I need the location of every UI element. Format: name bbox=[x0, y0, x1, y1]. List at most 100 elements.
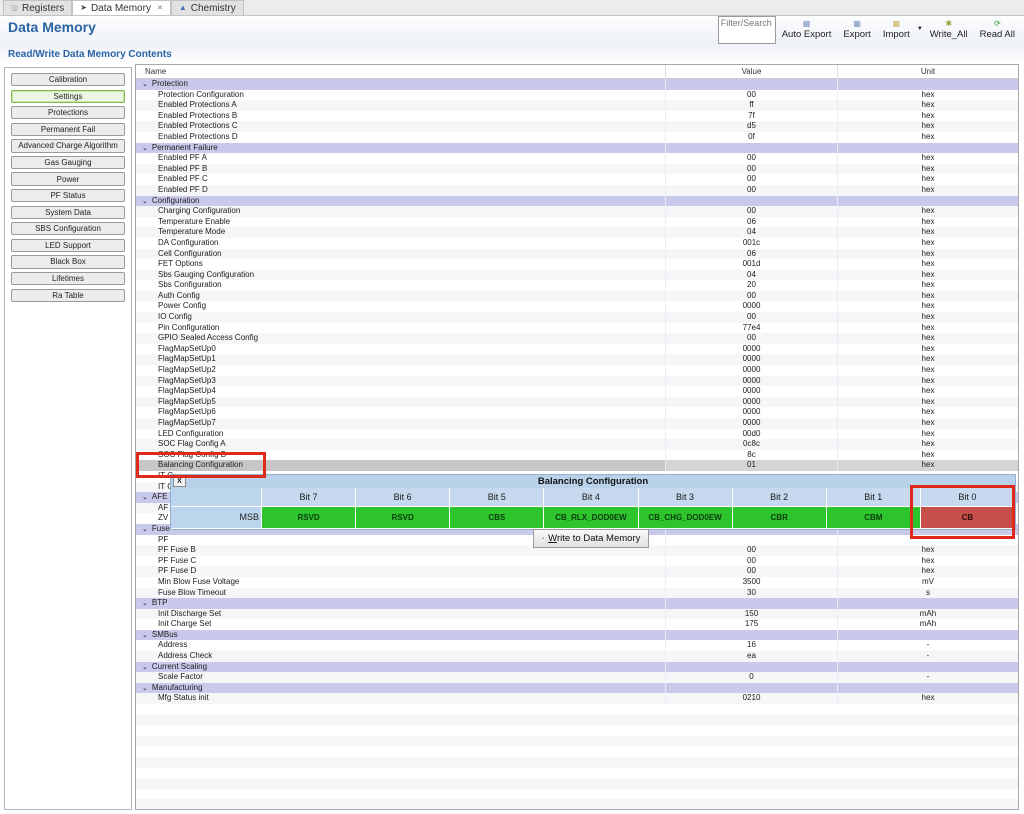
row-name: FlagMapSetUp3 bbox=[136, 376, 665, 387]
sidebar-category-button[interactable]: Settings bbox=[11, 90, 125, 103]
table-row[interactable]: Enabled Protections D 0f hex bbox=[136, 132, 1018, 143]
table-row[interactable]: Enabled PF D 00 hex bbox=[136, 185, 1018, 196]
table-row[interactable]: Address 16 - bbox=[136, 640, 1018, 651]
table-row[interactable]: PF Fuse C 00 hex bbox=[136, 556, 1018, 567]
table-row[interactable]: Scale Factor 0 - bbox=[136, 672, 1018, 683]
table-row[interactable]: FlagMapSetUp7 0000 hex bbox=[136, 418, 1018, 429]
toolbar-button[interactable]: ▦ Auto Export ▼ bbox=[776, 16, 838, 40]
table-row[interactable]: Min Blow Fuse Voltage 3500 mV bbox=[136, 577, 1018, 588]
filter-search-input[interactable] bbox=[718, 16, 776, 44]
table-row[interactable]: Permanent Failure bbox=[136, 143, 1018, 154]
sidebar-category-button[interactable]: Gas Gauging bbox=[11, 156, 125, 169]
table-row[interactable]: Cell Configuration 06 hex bbox=[136, 249, 1018, 260]
bit-cell[interactable]: CBR bbox=[733, 507, 826, 528]
table-row[interactable]: Protection Configuration 00 hex bbox=[136, 90, 1018, 101]
toolbar-button[interactable]: ✱ Write_All ▼ bbox=[924, 16, 974, 40]
table-row[interactable]: Power Config 0000 hex bbox=[136, 301, 1018, 312]
table-row[interactable]: FlagMapSetUp0 0000 hex bbox=[136, 344, 1018, 355]
table-row[interactable]: SOC Flag Config B 8c hex bbox=[136, 450, 1018, 461]
table-row[interactable]: FlagMapSetUp2 0000 hex bbox=[136, 365, 1018, 376]
row-name: Protection bbox=[136, 79, 665, 90]
row-value: 00 bbox=[665, 566, 837, 577]
bit-cell[interactable]: RSVD bbox=[356, 507, 449, 528]
table-row[interactable]: SMBus bbox=[136, 630, 1018, 641]
column-header-value[interactable]: Value bbox=[665, 65, 837, 79]
sidebar-category-button[interactable]: Permanent Fail bbox=[11, 123, 125, 136]
table-row[interactable]: Enabled PF B 00 hex bbox=[136, 164, 1018, 175]
table-row[interactable]: Temperature Mode 04 hex bbox=[136, 227, 1018, 238]
close-icon[interactable]: ✕ bbox=[157, 4, 163, 12]
table-row[interactable]: Enabled PF A 00 hex bbox=[136, 153, 1018, 164]
table-row[interactable]: Address Check ea - bbox=[136, 651, 1018, 662]
sidebar-category-button[interactable]: PF Status bbox=[11, 189, 125, 202]
toolbar-button[interactable]: ▦ Import ▼ bbox=[877, 16, 924, 40]
row-unit: hex bbox=[837, 323, 1018, 334]
table-row[interactable]: Fuse Blow Timeout 30 s bbox=[136, 588, 1018, 599]
bit-cell[interactable]: RSVD bbox=[262, 507, 355, 528]
row-value: 30 bbox=[665, 588, 837, 599]
table-row[interactable]: Configuration bbox=[136, 196, 1018, 207]
column-header-unit[interactable]: Unit bbox=[837, 65, 1018, 79]
table-row[interactable]: FlagMapSetUp4 0000 hex bbox=[136, 386, 1018, 397]
tab[interactable]: ▲ Chemistry bbox=[171, 0, 244, 15]
table-row[interactable]: FlagMapSetUp1 0000 hex bbox=[136, 354, 1018, 365]
bit-cell[interactable]: CB_RLX_DOD0EW bbox=[544, 507, 637, 528]
table-row[interactable]: IO Config 00 hex bbox=[136, 312, 1018, 323]
table-row[interactable]: DA Configuration 001c hex bbox=[136, 238, 1018, 249]
tab[interactable]: ◎ Registers bbox=[3, 0, 72, 15]
table-row[interactable]: Current Scaling bbox=[136, 662, 1018, 673]
table-row[interactable]: Mfg Status init 0210 hex bbox=[136, 693, 1018, 704]
sidebar-category-button[interactable]: Protections bbox=[11, 106, 125, 119]
table-row[interactable]: Enabled Protections C d5 hex bbox=[136, 121, 1018, 132]
table-row[interactable]: GPIO Sealed Access Config 00 hex bbox=[136, 333, 1018, 344]
toolbar-button[interactable]: ⟳ Read All ▼ bbox=[974, 16, 1021, 40]
sidebar-category-button[interactable]: LED Support bbox=[11, 239, 125, 252]
sidebar-category-button[interactable]: Black Box bbox=[11, 255, 125, 268]
table-row[interactable]: BTP bbox=[136, 598, 1018, 609]
table-row[interactable]: Manufacturing bbox=[136, 683, 1018, 694]
table-row[interactable]: Auth Config 00 hex bbox=[136, 291, 1018, 302]
table-row[interactable]: Sbs Configuration 20 hex bbox=[136, 280, 1018, 291]
chevron-down-icon[interactable]: ▼ bbox=[917, 26, 923, 32]
toolbar-button[interactable]: ▦ Export ▼ bbox=[837, 16, 876, 40]
row-unit: hex bbox=[837, 270, 1018, 281]
table-row[interactable]: Init Discharge Set 150 mAh bbox=[136, 609, 1018, 620]
sidebar-category-button[interactable]: Lifetimes bbox=[11, 272, 125, 285]
row-unit: hex bbox=[837, 312, 1018, 323]
row-name: Enabled Protections A bbox=[136, 100, 665, 111]
sidebar-category-button[interactable]: Advanced Charge Algorithm bbox=[11, 139, 125, 152]
sidebar-category-button[interactable]: Calibration bbox=[11, 73, 125, 86]
row-value bbox=[665, 662, 837, 673]
table-row[interactable]: FlagMapSetUp3 0000 hex bbox=[136, 376, 1018, 387]
bit-table-corner bbox=[171, 488, 261, 506]
table-row[interactable]: Enabled Protections B 7f hex bbox=[136, 111, 1018, 122]
table-row[interactable]: Enabled PF C 00 hex bbox=[136, 174, 1018, 185]
table-row[interactable]: Init Charge Set 175 mAh bbox=[136, 619, 1018, 630]
bit-header: Bit 5 bbox=[450, 488, 543, 506]
table-row[interactable]: Temperature Enable 06 hex bbox=[136, 217, 1018, 228]
table-row[interactable]: Enabled Protections A ff hex bbox=[136, 100, 1018, 111]
write-to-data-memory-button[interactable]: ▪ Write to Data Memory bbox=[533, 529, 649, 548]
table-row[interactable]: SOC Flag Config A 0c8c hex bbox=[136, 439, 1018, 450]
tab[interactable]: ➤ Data Memory ✕ bbox=[72, 0, 171, 15]
table-row[interactable]: Charging Configuration 00 hex bbox=[136, 206, 1018, 217]
table-row[interactable]: PF Fuse D 00 hex bbox=[136, 566, 1018, 577]
sidebar-category-button[interactable]: Ra Table bbox=[11, 289, 125, 302]
table-row[interactable]: FET Options 001d hex bbox=[136, 259, 1018, 270]
sidebar-category-button[interactable]: SBS Configuration bbox=[11, 222, 125, 235]
table-row[interactable]: Balancing Configuration 01 hex bbox=[136, 460, 1018, 471]
table-row[interactable]: Sbs Gauging Configuration 04 hex bbox=[136, 270, 1018, 281]
sidebar-category-button[interactable]: Power bbox=[11, 172, 125, 185]
bit-cell[interactable]: CBM bbox=[827, 507, 920, 528]
bit-cell[interactable]: CB_CHG_DOD0EW bbox=[639, 507, 732, 528]
bit-cell[interactable]: CBS bbox=[450, 507, 543, 528]
bit-table: Bit 7 Bit 6 Bit 5 Bit 4 Bit 3 Bit 2 Bit … bbox=[171, 488, 1015, 529]
table-row[interactable]: FlagMapSetUp6 0000 hex bbox=[136, 407, 1018, 418]
table-row[interactable]: FlagMapSetUp5 0000 hex bbox=[136, 397, 1018, 408]
sidebar-category-button[interactable]: System Data bbox=[11, 206, 125, 219]
table-row[interactable]: LED Configuration 00d0 hex bbox=[136, 429, 1018, 440]
table-row[interactable]: Protection bbox=[136, 79, 1018, 90]
table-row[interactable]: Pin Configuration 77e4 hex bbox=[136, 323, 1018, 334]
column-header-name[interactable]: Name bbox=[136, 65, 665, 79]
row-unit: hex bbox=[837, 344, 1018, 355]
